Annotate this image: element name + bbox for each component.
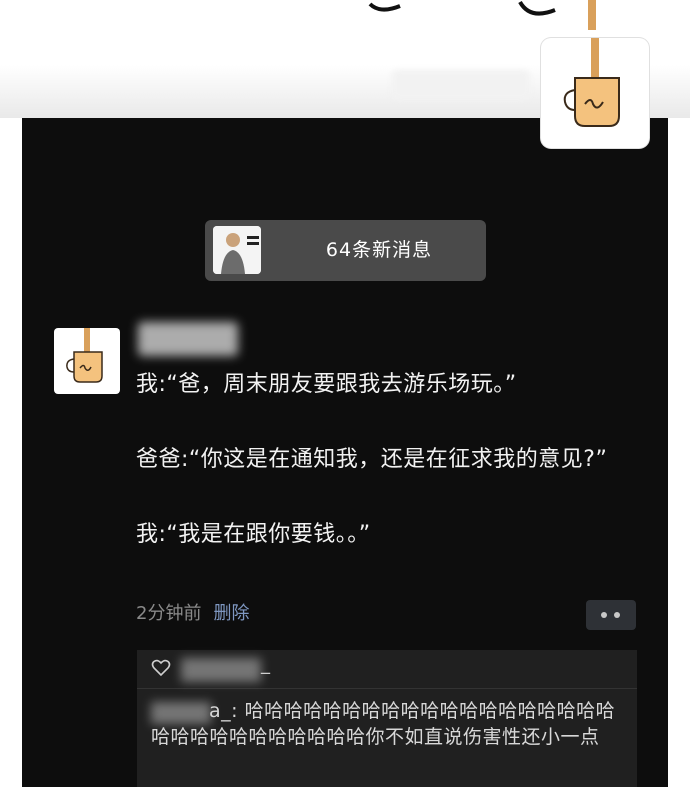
post-author-name[interactable] bbox=[138, 322, 238, 356]
more-icon bbox=[614, 612, 620, 618]
delete-link[interactable]: 删除 bbox=[213, 603, 249, 624]
heart-icon bbox=[151, 659, 171, 677]
liker-name[interactable] bbox=[181, 658, 261, 682]
post-line: 我:“爸，周末朋友要跟我去游乐场玩。” bbox=[136, 372, 517, 397]
doodle-illustration bbox=[368, 0, 596, 30]
comment-item[interactable]: a_: 哈哈哈哈哈哈哈哈哈哈哈哈哈哈哈哈哈哈哈哈哈哈哈哈哈哈哈哈哈哈你不如直说伤… bbox=[151, 698, 631, 750]
liker-name-tail: _ bbox=[261, 654, 270, 675]
mug-icon bbox=[66, 328, 103, 383]
new-messages-notice[interactable]: 64条新消息 bbox=[205, 220, 486, 281]
post-content: 我:“爸，周末朋友要跟我去游乐场玩。” 爸爸:“你这是在通知我，还是在征求我的意… bbox=[136, 366, 636, 553]
profile-avatar[interactable] bbox=[541, 38, 649, 148]
post-line: 爸爸:“你这是在通知我，还是在征求我的意见?” bbox=[136, 447, 608, 472]
likes-comments-box: _ a_: 哈哈哈哈哈哈哈哈哈哈哈哈哈哈哈哈哈哈哈哈哈哈哈哈哈哈哈哈哈哈你不如直… bbox=[137, 650, 637, 787]
more-button[interactable] bbox=[586, 600, 636, 630]
blurred-nickname bbox=[392, 70, 530, 100]
new-messages-label: 64条新消息 bbox=[325, 239, 433, 261]
mug-icon bbox=[563, 38, 620, 127]
likes-row: _ bbox=[137, 650, 637, 689]
post-author-avatar[interactable] bbox=[54, 328, 120, 394]
post-line: 我:“我是在跟你要钱。。” bbox=[136, 522, 371, 547]
post-meta: 2分钟前 删除 bbox=[136, 599, 249, 625]
post-time: 2分钟前 bbox=[136, 603, 202, 624]
notice-avatar bbox=[213, 226, 261, 274]
comment-author-tail: a_: bbox=[209, 700, 239, 722]
more-icon bbox=[601, 612, 607, 618]
